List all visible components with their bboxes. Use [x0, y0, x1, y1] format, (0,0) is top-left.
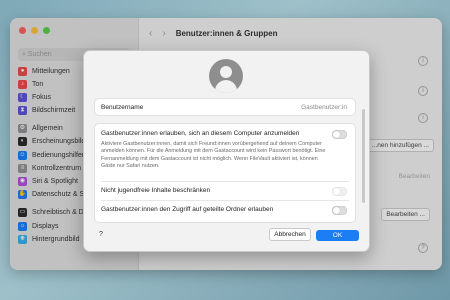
guest-login-description: Aktiviere Gastbenutzer:innen, damit sich… [101, 141, 326, 170]
adult-content-label: Nicht jugendfreie Inhalte beschränken [101, 187, 211, 194]
avatar [209, 59, 243, 93]
shared-folders-toggle[interactable] [332, 206, 347, 215]
scrollbar[interactable] [362, 109, 365, 203]
ok-button[interactable]: OK [316, 230, 359, 241]
username-row: Benutzername Gastbenutzer:in [94, 98, 356, 116]
adult-content-toggle[interactable] [332, 187, 347, 196]
username-label: Benutzername [101, 104, 144, 111]
help-button[interactable]: ? [96, 230, 106, 240]
shared-folders-label: Gastbenutzer:innen den Zugriff auf getei… [101, 206, 274, 213]
divider [101, 200, 349, 201]
guest-login-toggle[interactable] [332, 130, 347, 139]
guest-user-dialog: Benutzername Gastbenutzer:in Gastbenutze… [83, 50, 370, 252]
guest-settings-card: Gastbenutzer:innen erlauben, sich an die… [94, 123, 356, 223]
user-head-icon [220, 66, 232, 78]
cancel-button[interactable]: Abbrechen [269, 228, 311, 241]
user-body-icon [215, 80, 237, 93]
divider [101, 181, 349, 182]
guest-login-label: Gastbenutzer:innen erlauben, sich an die… [101, 130, 300, 137]
username-value: Gastbenutzer:in [301, 104, 347, 111]
